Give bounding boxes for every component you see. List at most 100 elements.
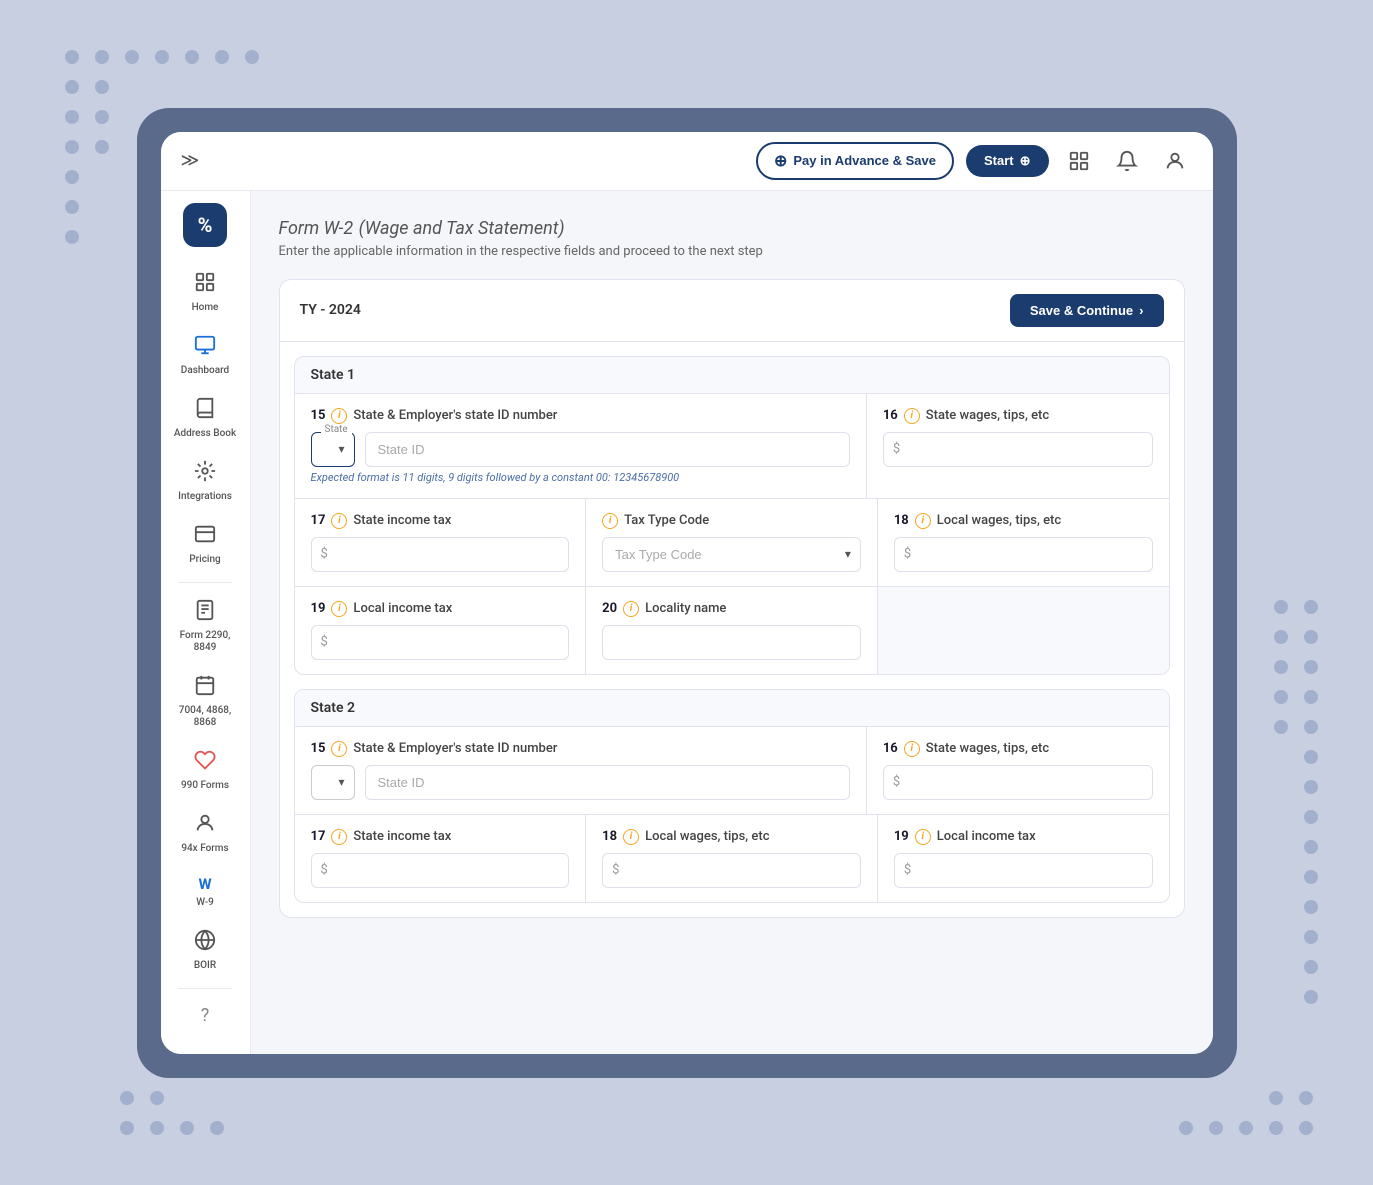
field17-dollar-sign: $ [321,547,328,562]
state2-field16-cell: 16 i State wages, tips, etc $ [867,727,1169,814]
sidebar-item-form990[interactable]: 990 Forms [166,741,244,800]
contacts-button[interactable] [1061,143,1097,179]
state2-header: State 2 [295,690,1169,727]
menu-icon[interactable]: ≫ [181,150,200,171]
sidebar-item-address-book[interactable]: Address Book [166,389,244,448]
state2-field18-dollar-wrapper: $ [602,853,861,888]
state2-select-wrapper: State ▾ [311,765,355,800]
sidebar-item-home[interactable]: Home [166,263,244,322]
state1-field20-label: 20 i Locality name [602,601,861,617]
state1-field18-input[interactable] [894,537,1153,572]
state2-field16-num: 16 [883,741,898,756]
state2-field19-dollar-wrapper: $ [894,853,1153,888]
sidebar-item-integrations[interactable]: Integrations [166,452,244,511]
field18-dollar-sign: $ [904,547,911,562]
integrations-icon [194,460,216,487]
state1-field18-label: 18 i Local wages, tips, etc [894,513,1153,529]
integrations-label: Integrations [178,491,232,503]
save-continue-button[interactable]: Save & Continue › [1010,294,1164,327]
field17-num: 17 [311,513,326,528]
address-book-label: Address Book [174,428,236,440]
state1-state-select[interactable]: Rhode Island (RI) [311,432,355,467]
sidebar-item-form7004[interactable]: 7004, 4868, 8868 [166,666,244,737]
state2-field17-input[interactable] [311,853,570,888]
state1-field20-input[interactable] [602,625,861,660]
field19-num: 19 [311,601,326,616]
state2-field19-info-icon[interactable]: i [915,829,931,845]
state1-field16-label: 16 i State wages, tips, etc [883,408,1153,424]
main-card: ≫ ⊕ Pay in Advance & Save Start ⊕ [137,108,1237,1078]
state2-field15-num: 15 [311,741,326,756]
field17-info-icon[interactable]: i [331,513,347,529]
state2-row2: 17 i State income tax $ [295,815,1169,902]
sidebar: % Home [161,191,251,1054]
pay-advance-button[interactable]: ⊕ Pay in Advance & Save [756,142,954,180]
state-select-wrapper: State Rhode Island (RI) ▾ [311,432,355,467]
state1-field17-input[interactable] [311,537,570,572]
state2-field17-dollar-sign: $ [321,863,328,878]
form7004-icon [194,674,216,701]
field17-text: State income tax [353,513,451,528]
state2-field16-info-icon[interactable]: i [904,741,920,757]
state2-field17-label: 17 i State income tax [311,829,570,845]
help-icon: ? [201,1005,210,1026]
state1-tax-type-select[interactable]: Tax Type Code [602,537,861,572]
sidebar-item-help[interactable]: ? [166,997,244,1034]
state2-field16-dollar-wrapper: $ [883,765,1153,800]
state2-field19-input[interactable] [894,853,1153,888]
field16-info-icon[interactable]: i [904,408,920,424]
state1-input-group: State Rhode Island (RI) ▾ [311,432,850,467]
sidebar-item-form94x[interactable]: 94x Forms [166,804,244,863]
sidebar-item-dashboard[interactable]: Dashboard [166,326,244,385]
state2-field15-label: 15 i State & Employer's state ID number [311,741,850,757]
state2-state-id-input[interactable] [365,765,850,800]
page-subtitle: Enter the applicable information in the … [279,244,1185,259]
state2-input-group: State ▾ [311,765,850,800]
page-content: Form W-2 (Wage and Tax Statement) Enter … [251,191,1213,1054]
state1-format-hint: Expected format is 11 digits, 9 digits f… [311,471,850,484]
address-book-icon [194,397,216,424]
field15-text: State & Employer's state ID number [353,408,557,423]
field18-info-icon[interactable]: i [915,513,931,529]
notification-button[interactable] [1109,143,1145,179]
state2-state-select[interactable]: State [311,765,355,800]
app-logo[interactable]: % [183,203,227,247]
home-label: Home [192,302,219,314]
state2-field16-text: State wages, tips, etc [926,741,1049,756]
state2-field18-input[interactable] [602,853,861,888]
home-icon [194,271,216,298]
field20-info-icon[interactable]: i [623,601,639,617]
form94x-label: 94x Forms [181,843,228,855]
state2-field15-info-icon[interactable]: i [331,741,347,757]
field16-text: State wages, tips, etc [926,408,1049,423]
sidebar-divider-2 [178,988,231,989]
state1-field16-input[interactable] [883,432,1153,467]
state2-field18-info-icon[interactable]: i [623,829,639,845]
sidebar-item-w9[interactable]: W W-9 [166,867,244,917]
start-label: Start [984,153,1014,168]
state1-section: State 1 15 i State & Employer's state ID… [294,356,1170,675]
state2-field19-num: 19 [894,829,909,844]
state2-field19-label: 19 i Local income tax [894,829,1153,845]
dashboard-label: Dashboard [181,365,229,377]
field15-info-icon[interactable]: i [331,408,347,424]
form94x-icon [194,812,216,839]
state1-state-id-input[interactable] [365,432,850,467]
field19-info-icon[interactable]: i [331,601,347,617]
sidebar-item-pricing[interactable]: Pricing [166,515,244,574]
profile-button[interactable] [1157,143,1193,179]
field16-num: 16 [883,408,898,423]
state2-field19-cell: 19 i Local income tax $ [878,815,1169,902]
state1-field18-cell: 18 i Local wages, tips, etc $ [878,499,1169,586]
field20-text: Locality name [645,601,726,616]
sidebar-item-boir[interactable]: BOIR [166,921,244,980]
state2-field17-dollar-wrapper: $ [311,853,570,888]
field20-num: 20 [602,601,617,616]
state1-field19-cell: 19 i Local income tax $ [295,587,587,674]
state1-field19-input[interactable] [311,625,570,660]
start-button[interactable]: Start ⊕ [966,145,1049,177]
sidebar-item-form2290[interactable]: Form 2290, 8849 [166,591,244,662]
state2-field17-info-icon[interactable]: i [331,829,347,845]
tax-type-info-icon[interactable]: i [602,513,618,529]
state2-field16-input[interactable] [883,765,1153,800]
